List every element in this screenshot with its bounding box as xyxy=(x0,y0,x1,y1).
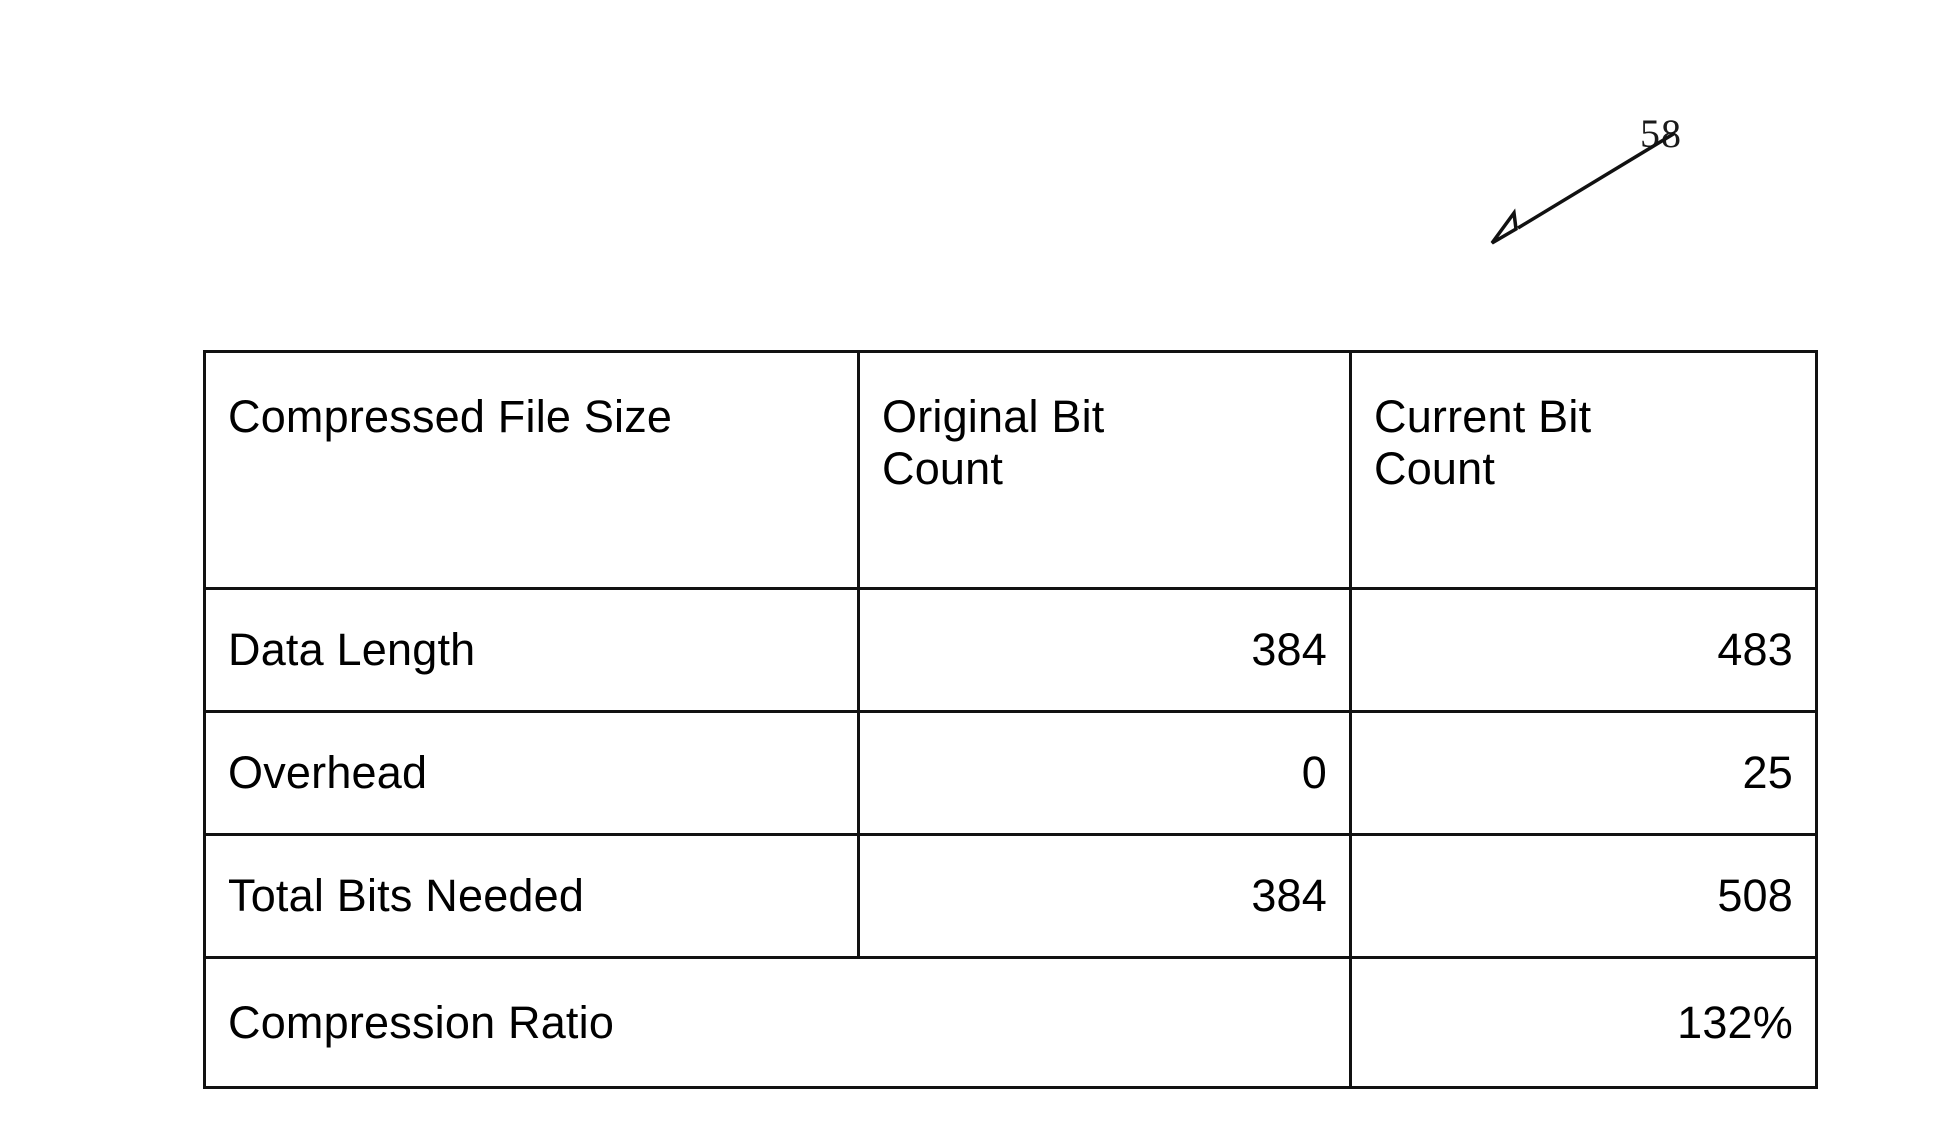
table-row: Total Bits Needed 384 508 xyxy=(203,833,1818,959)
column-header-original-bit-count-line2: Count xyxy=(882,443,1004,495)
row-label-overhead: Overhead xyxy=(203,710,860,836)
compressed-file-size-table: Compressed File Size Original Bit Count … xyxy=(203,350,1818,1089)
cell-data-length-current-bit-count: 483 xyxy=(1349,587,1818,713)
column-header-current-bit-count: Current Bit Count xyxy=(1349,350,1818,590)
table-row: Compression Ratio 132% xyxy=(203,956,1818,1089)
cell-overhead-current-bit-count: 25 xyxy=(1349,710,1818,836)
row-label-total-bits-needed: Total Bits Needed xyxy=(203,833,860,959)
row-label-compression-ratio: Compression Ratio xyxy=(203,956,1352,1089)
column-header-compressed-file-size: Compressed File Size xyxy=(203,350,860,590)
table-row: Overhead 0 25 xyxy=(203,710,1818,836)
cell-total-bits-needed-current-bit-count: 508 xyxy=(1349,833,1818,959)
column-header-current-bit-count-line2: Count xyxy=(1374,443,1496,495)
cell-data-length-original-bit-count: 384 xyxy=(857,587,1352,713)
column-header-compressed-file-size-text: Compressed File Size xyxy=(228,391,673,442)
arrowhead-icon xyxy=(1490,208,1518,245)
cell-total-bits-needed-original-bit-count: 384 xyxy=(857,833,1352,959)
table-row: Data Length 384 483 xyxy=(203,587,1818,713)
cell-compression-ratio-current-bit-count: 132% xyxy=(1349,956,1818,1089)
reference-numeral-58: 58 xyxy=(1640,111,1682,156)
cell-overhead-original-bit-count: 0 xyxy=(857,710,1352,836)
column-header-original-bit-count-line1: Original Bit xyxy=(882,391,1105,442)
table-header-row: Compressed File Size Original Bit Count … xyxy=(203,350,1818,590)
column-header-original-bit-count: Original Bit Count xyxy=(857,350,1352,590)
compressed-file-size-table-wrapper: Compressed File Size Original Bit Count … xyxy=(203,350,1818,1089)
column-header-current-bit-count-line1: Current Bit xyxy=(1374,391,1592,442)
row-label-data-length: Data Length xyxy=(203,587,860,713)
